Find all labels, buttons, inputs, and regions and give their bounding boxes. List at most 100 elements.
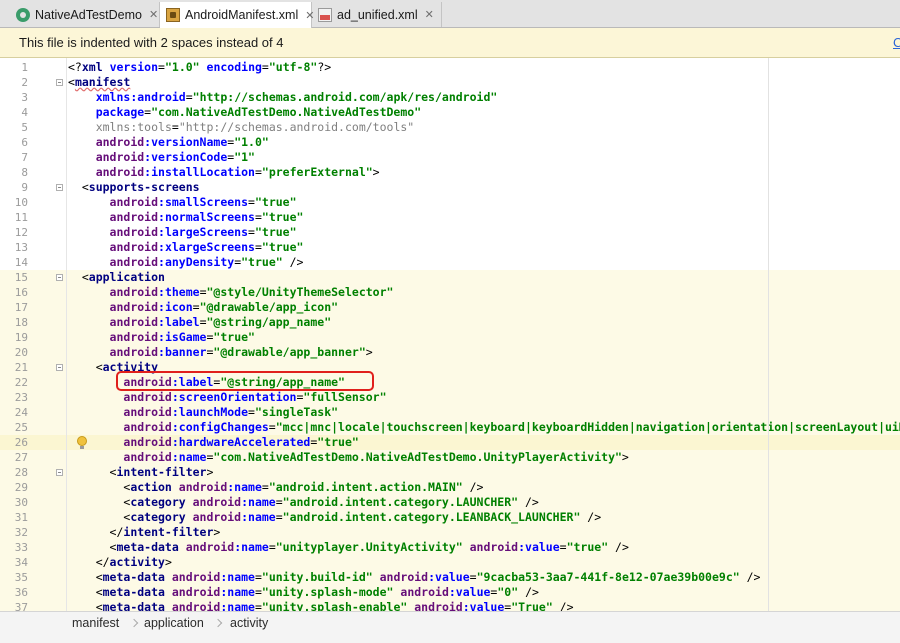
code-text: android:versionName="1.0" (68, 135, 269, 150)
tab-nativeadtestdemo[interactable]: NativeAdTestDemo ✕ (10, 2, 160, 27)
code-text: package="com.NativeAdTestDemo.NativeAdTe… (68, 105, 421, 120)
code-text: android:banner="@drawable/app_banner"> (68, 345, 373, 360)
code-token: "true" (317, 435, 359, 449)
breadcrumb-application[interactable]: application (144, 612, 204, 634)
code-line[interactable]: 25 android:configChanges="mcc|mnc|locale… (0, 420, 900, 435)
code-token: "unity.splash-enable" (261, 600, 408, 611)
code-token: "@style/UnityThemeSelector" (206, 285, 394, 299)
code-line[interactable]: 21 <activity (0, 360, 900, 375)
code-token: = (559, 540, 567, 554)
code-line[interactable]: 5 xmlns:tools="http://schemas.android.co… (0, 120, 900, 135)
code-line[interactable]: 8 android:installLocation="preferExterna… (0, 165, 900, 180)
code-token: "preferExternal" (261, 165, 373, 179)
line-number: 36 (14, 586, 28, 599)
code-editor[interactable]: 1 <?xml version="1.0" encoding="utf-8"?> 2… (0, 58, 900, 611)
code-token: android (95, 150, 145, 164)
code-line[interactable]: 19 android:isGame="true" (0, 330, 900, 345)
close-icon[interactable]: ✕ (149, 8, 158, 21)
code-text: <intent-filter> (68, 465, 214, 480)
code-line[interactable]: 27 android:name="com.NativeAdTestDemo.Na… (0, 450, 900, 465)
code-token: "true" (261, 210, 304, 224)
code-token: :value (462, 600, 505, 611)
code-token: :label (171, 375, 214, 389)
code-text: android:label="@string/app_name" (68, 375, 345, 390)
code-token: > (164, 555, 172, 569)
tab-androidmanifest[interactable]: AndroidManifest.xml ✕ (160, 2, 314, 28)
code-line[interactable]: 35 <meta-data android:name="unity.build-… (0, 570, 900, 585)
line-number: 34 (14, 556, 28, 569)
line-number: 21 (14, 361, 28, 374)
code-line[interactable]: 13 android:xlargeScreens="true" (0, 240, 900, 255)
code-line[interactable]: 7 android:versionCode="1" (0, 150, 900, 165)
code-token: < (68, 585, 103, 599)
line-number: 2 (21, 76, 28, 89)
line-number: 31 (14, 511, 28, 524)
close-icon[interactable]: ✕ (425, 8, 434, 21)
code-line[interactable]: 24 android:launchMode="singleTask" (0, 405, 900, 420)
code-line[interactable]: 2 <manifest (0, 75, 900, 90)
code-line[interactable]: 26 android:hardwareAccelerated="true" (0, 435, 900, 450)
code-line[interactable]: 33 <meta-data android:name="unityplayer.… (0, 540, 900, 555)
code-token: < (68, 360, 103, 374)
code-line[interactable]: 17 android:icon="@drawable/app_icon" (0, 300, 900, 315)
code-line[interactable]: 18 android:label="@string/app_name" (0, 315, 900, 330)
code-token: </ (68, 555, 110, 569)
line-number: 37 (14, 601, 28, 611)
code-line[interactable]: 15 <application (0, 270, 900, 285)
code-line[interactable]: 1 <?xml version="1.0" encoding="utf-8"?> (0, 60, 900, 75)
code-line[interactable]: 37 <meta-data android:name="unity.splash… (0, 600, 900, 611)
fold-toggle-icon[interactable] (56, 184, 63, 191)
code-token: android (109, 255, 159, 269)
code-line[interactable]: 4 package="com.NativeAdTestDemo.NativeAd… (0, 105, 900, 120)
android-icon (16, 7, 30, 22)
code-token: android (400, 585, 449, 599)
code-token: "1" (234, 150, 255, 164)
right-margin-guide (768, 58, 769, 611)
code-line[interactable]: 36 <meta-data android:name="unity.splash… (0, 585, 900, 600)
code-token: < (68, 600, 103, 611)
code-line[interactable]: 32 </intent-filter> (0, 525, 900, 540)
code-token: :label (158, 315, 200, 329)
code-line[interactable]: 34 </activity> (0, 555, 900, 570)
code-line[interactable]: 16 android:theme="@style/UnityThemeSelec… (0, 285, 900, 300)
fold-toggle-icon[interactable] (56, 364, 63, 371)
fold-toggle-icon[interactable] (56, 79, 63, 86)
code-token: /> (518, 495, 539, 509)
code-text: android:normalScreens="true" (68, 210, 304, 225)
code-line[interactable]: 10 android:smallScreens="true" (0, 195, 900, 210)
code-line[interactable]: 22 android:label="@string/app_name" (0, 375, 900, 390)
code-token: "true" (241, 255, 283, 269)
code-line[interactable]: 11 android:normalScreens="true" (0, 210, 900, 225)
indent-notification-banner: This file is indented with 2 spaces inst… (0, 28, 900, 58)
line-number: 4 (21, 106, 28, 119)
code-line[interactable]: 12 android:largeScreens="true" (0, 225, 900, 240)
code-text: xmlns:tools="http://schemas.android.com/… (68, 120, 415, 135)
code-token: /> (608, 540, 629, 554)
code-line[interactable]: 28 <intent-filter> (0, 465, 900, 480)
breadcrumb-activity[interactable]: activity (230, 612, 268, 634)
code-line[interactable]: 30 <category android:name="android.inten… (0, 495, 900, 510)
code-token: meta-data (116, 540, 186, 554)
line-number: 35 (14, 571, 28, 584)
line-number: 32 (14, 526, 28, 539)
code-line[interactable]: 6 android:versionName="1.0" (0, 135, 900, 150)
code-token: :value (428, 570, 470, 584)
code-line[interactable]: 29 <action android:name="android.intent.… (0, 480, 900, 495)
breadcrumb-manifest[interactable]: manifest (72, 612, 119, 634)
code-line[interactable]: 3 xmlns:android="http://schemas.android.… (0, 90, 900, 105)
line-number: 3 (21, 91, 28, 104)
code-token: "android.intent.action.MAIN" (268, 480, 463, 494)
fold-toggle-icon[interactable] (56, 469, 63, 476)
code-token: android (192, 495, 242, 509)
code-line[interactable]: 31 <category android:name="android.inten… (0, 510, 900, 525)
code-line[interactable]: 9 <supports-screens (0, 180, 900, 195)
code-line[interactable]: 23 android:screenOrientation="fullSensor… (0, 390, 900, 405)
fold-toggle-icon[interactable] (56, 274, 63, 281)
code-line[interactable]: 20 android:banner="@drawable/app_banner"… (0, 345, 900, 360)
banner-action-link[interactable]: C (893, 28, 900, 58)
tab-ad-unified[interactable]: ad_unified.xml ✕ (312, 2, 442, 27)
code-line[interactable]: 14 android:anyDensity="true" /> (0, 255, 900, 270)
